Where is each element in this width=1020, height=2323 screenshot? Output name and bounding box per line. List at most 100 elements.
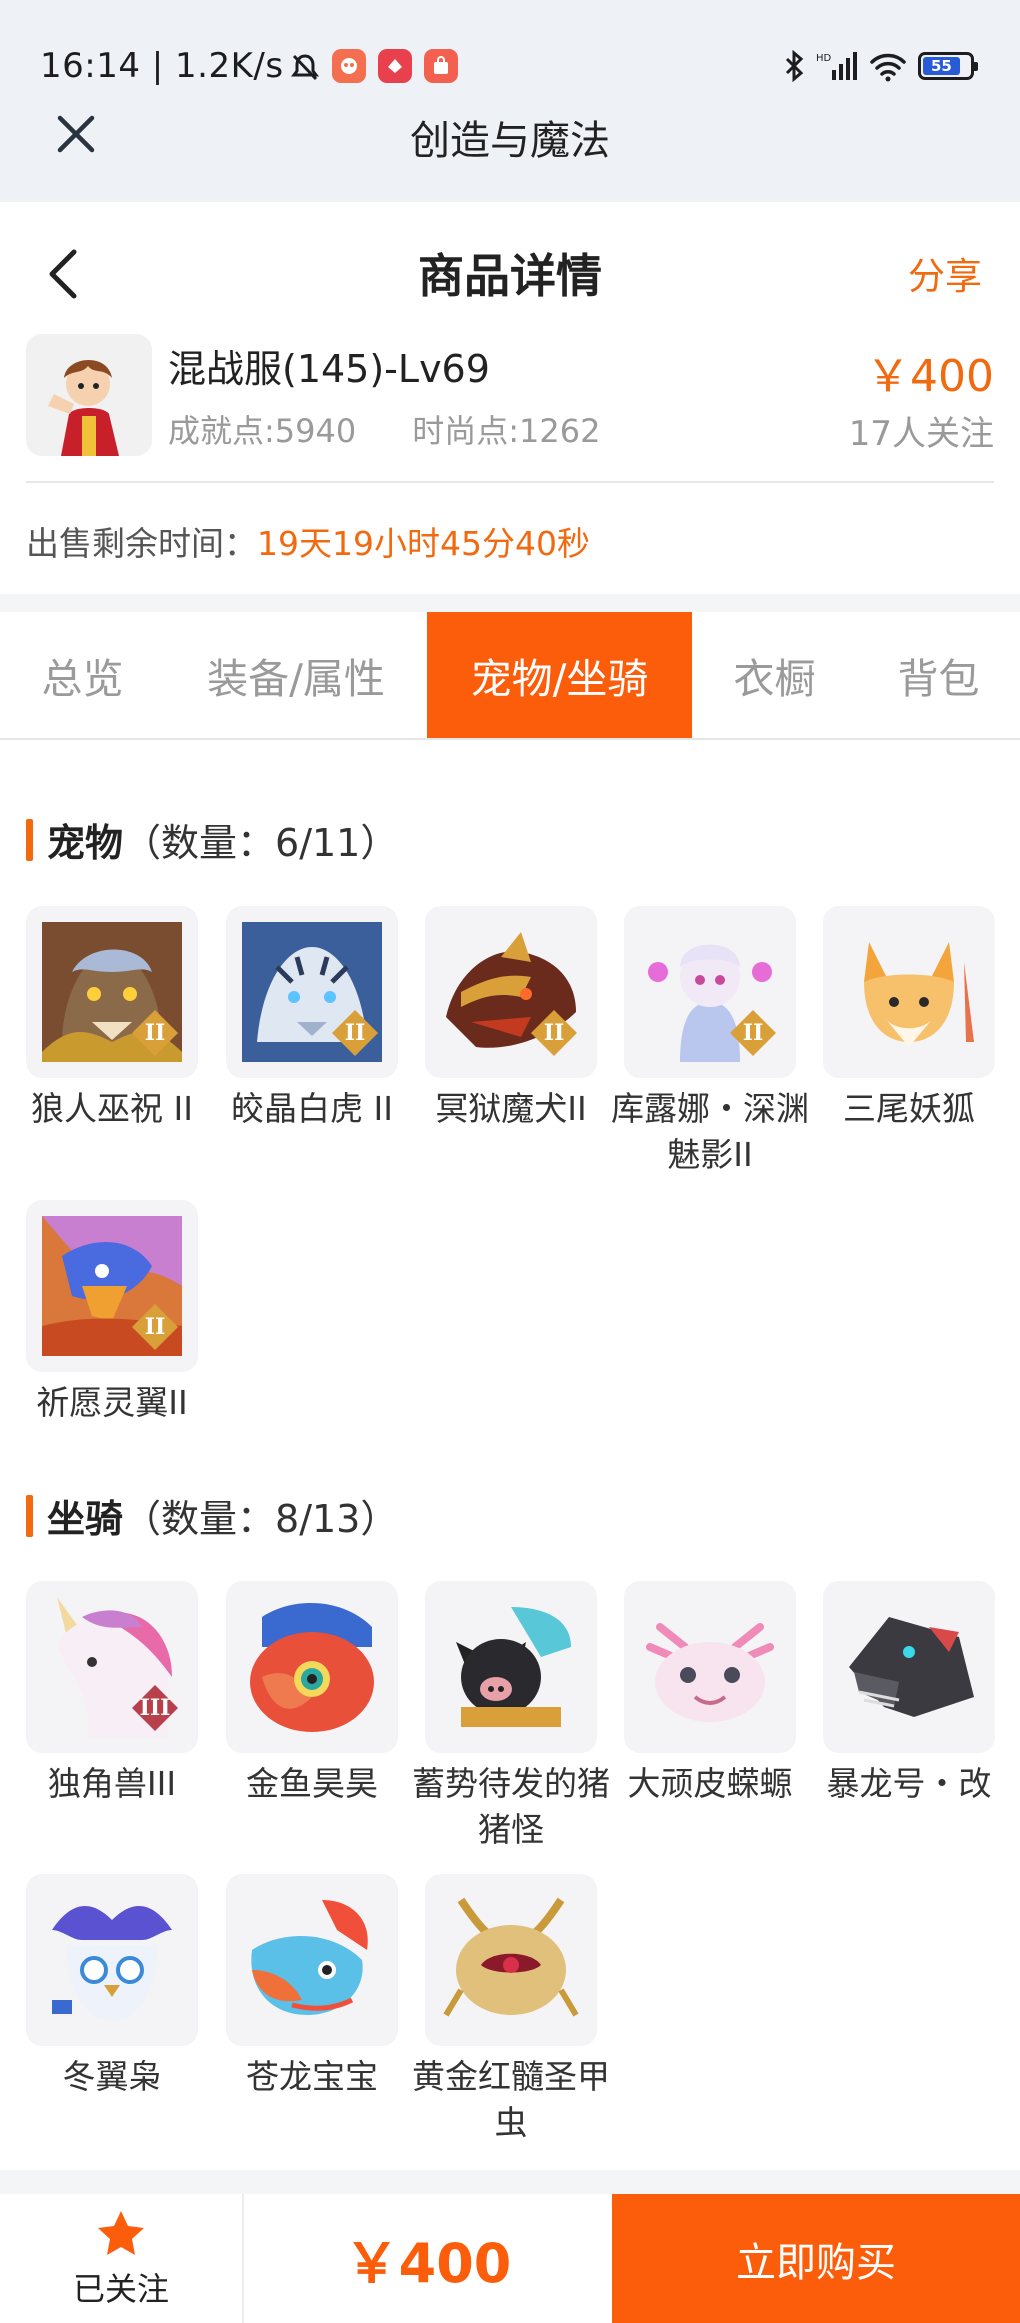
page-header: 商品详情 分享	[0, 202, 1020, 337]
pet-item[interactable]: II 皎晶白虎 II	[226, 906, 398, 1132]
pet-name: 冥狱魔犬II	[435, 1089, 587, 1128]
rank-badge: II	[330, 1008, 380, 1058]
pets-count: （数量：6/11）	[123, 821, 399, 865]
achievement-points: 成就点:5940	[168, 412, 357, 450]
pet-item[interactable]: II 冥狱魔犬II	[425, 906, 597, 1132]
mount-item[interactable]: 冬翼枭	[26, 1874, 198, 2100]
status-icons: HD 55	[784, 44, 978, 88]
follower-count: 17人关注	[848, 414, 994, 454]
rank-badge: II	[728, 1008, 778, 1058]
pet-item[interactable]: II 库露娜・深渊魅影II	[611, 906, 809, 1178]
mount-item[interactable]: 苍龙宝宝	[226, 1874, 398, 2100]
spirit-wing-pet-icon: II	[26, 1200, 198, 1372]
mount-item[interactable]: 黄金红髓圣甲虫	[412, 1874, 610, 2146]
section-marker	[26, 1494, 33, 1537]
battery-indicator: 55	[918, 52, 978, 80]
app-title: 创造与魔法	[410, 118, 610, 164]
follow-button[interactable]: 已关注	[0, 2194, 244, 2323]
pig-monster-mount-icon	[425, 1581, 597, 1753]
mount-name: 蓄势待发的猪猪怪	[412, 1764, 610, 1849]
rank-badge: II	[130, 1008, 180, 1058]
mount-item[interactable]: 金鱼昊昊	[226, 1581, 398, 1807]
mount-item[interactable]: 蓄势待发的猪猪怪	[412, 1581, 610, 1853]
product-stats: 成就点:5940 时尚点:1262	[168, 406, 600, 452]
mount-name: 冬翼枭	[62, 2057, 162, 2096]
section-separator	[0, 594, 1020, 612]
tab-backpack[interactable]: 背包	[857, 612, 1020, 738]
bluetooth-icon	[785, 50, 804, 82]
mount-item[interactable]: III 独角兽III	[26, 1581, 198, 1807]
fashion-points: 时尚点:1262	[412, 412, 601, 450]
mount-name: 暴龙号・改	[826, 1764, 992, 1803]
mounts-section-title: 坐骑 （数量：8/13）	[26, 1488, 398, 1543]
golden-scarab-mount-icon	[425, 1874, 597, 2046]
bottom-price: ￥400	[344, 2232, 512, 2295]
battery-level: 55	[923, 57, 960, 75]
mount-name: 大顽皮蝾螈	[627, 1764, 793, 1803]
app-notification-icon	[377, 49, 412, 83]
share-button[interactable]: 分享	[908, 246, 982, 300]
unicorn-mount-icon: III	[26, 1581, 198, 1753]
rank-badge: II	[529, 1008, 579, 1058]
pet-item[interactable]: II 狼人巫祝 II	[26, 906, 198, 1132]
hellhound-pet-icon: II	[425, 906, 597, 1078]
product-price: ￥400	[866, 351, 994, 402]
pet-name: 库露娜・深渊魅影II	[611, 1089, 809, 1174]
shopping-bag-icon	[423, 49, 458, 83]
mount-name: 独角兽III	[47, 1764, 177, 1803]
pet-item[interactable]: 三尾妖狐	[823, 906, 995, 1132]
status-bar: 16:14 | 1.2K/s	[40, 44, 458, 88]
buy-now-button[interactable]: 立即购买	[612, 2194, 1020, 2323]
pet-name: 皎晶白虎 II	[231, 1089, 393, 1128]
pet-name: 狼人巫祝 II	[31, 1089, 193, 1128]
rank-badge: II	[130, 1302, 180, 1352]
white-tiger-pet-icon: II	[226, 906, 398, 1078]
product-summary: 混战服(145)-Lv69 成就点:5940 时尚点:1262 ￥400 17人…	[0, 330, 1020, 480]
azure-dragon-mount-icon	[226, 1874, 398, 2046]
mounts-count: （数量：8/13）	[123, 1497, 399, 1541]
axolotl-mount-icon	[624, 1581, 796, 1753]
section-marker	[26, 818, 33, 861]
tab-pets-mounts[interactable]: 宠物/坐骑	[427, 612, 692, 738]
bottom-action-bar: 已关注 ￥400 立即购买	[0, 2194, 1020, 2323]
signal-icon: HD	[816, 52, 857, 80]
top-bar: 16:14 | 1.2K/s HD 55 创造与魔法	[0, 0, 1020, 202]
svg-text:HD: HD	[816, 53, 832, 64]
winter-owl-mount-icon	[26, 1874, 198, 2046]
sale-remaining-time: 出售剩余时间：19天19小时45分40秒	[26, 517, 590, 565]
app-notification-icon	[331, 49, 366, 83]
mount-name: 苍龙宝宝	[246, 2057, 378, 2096]
pet-name: 祈愿灵翼II	[36, 1383, 188, 1422]
mecha-dragon-mount-icon	[823, 1581, 995, 1753]
pets-section-title: 宠物 （数量：6/11）	[26, 812, 398, 867]
kuluna-pet-icon: II	[624, 906, 796, 1078]
mount-name: 黄金红髓圣甲虫	[412, 2057, 610, 2142]
product-name: 混战服(145)-Lv69	[168, 347, 490, 391]
mount-name: 金鱼昊昊	[246, 1764, 378, 1803]
mount-item[interactable]: 大顽皮蝾螈	[624, 1581, 796, 1807]
tab-equipment[interactable]: 装备/属性	[165, 612, 427, 738]
mount-item[interactable]: 暴龙号・改	[823, 1581, 995, 1807]
bell-muted-icon	[290, 51, 320, 81]
goldfish-mount-icon	[226, 1581, 398, 1753]
character-avatar	[26, 334, 152, 456]
sale-remaining-value: 19天19小时45分40秒	[257, 524, 590, 563]
star-icon	[98, 2210, 144, 2255]
werewolf-pet-icon: II	[26, 906, 198, 1078]
pet-name: 三尾妖狐	[843, 1089, 975, 1128]
follow-label: 已关注	[72, 2269, 169, 2308]
page-title: 商品详情	[418, 249, 602, 303]
tab-bar: 总览 装备/属性 宠物/坐骑 衣橱 背包	[0, 612, 1020, 740]
wifi-icon	[870, 53, 906, 82]
section-separator	[0, 2170, 1020, 2194]
three-tailed-fox-pet-icon	[823, 906, 995, 1078]
divider	[26, 481, 994, 483]
status-time-speed: 16:14 | 1.2K/s	[40, 46, 284, 86]
tab-overview[interactable]: 总览	[0, 612, 165, 738]
mounts-title: 坐骑	[47, 1497, 124, 1541]
tab-wardrobe[interactable]: 衣橱	[692, 612, 857, 738]
pets-title: 宠物	[47, 821, 124, 865]
sale-remaining-label: 出售剩余时间：	[26, 524, 257, 563]
rank-badge: III	[130, 1683, 180, 1733]
pet-item[interactable]: II 祈愿灵翼II	[26, 1200, 198, 1426]
